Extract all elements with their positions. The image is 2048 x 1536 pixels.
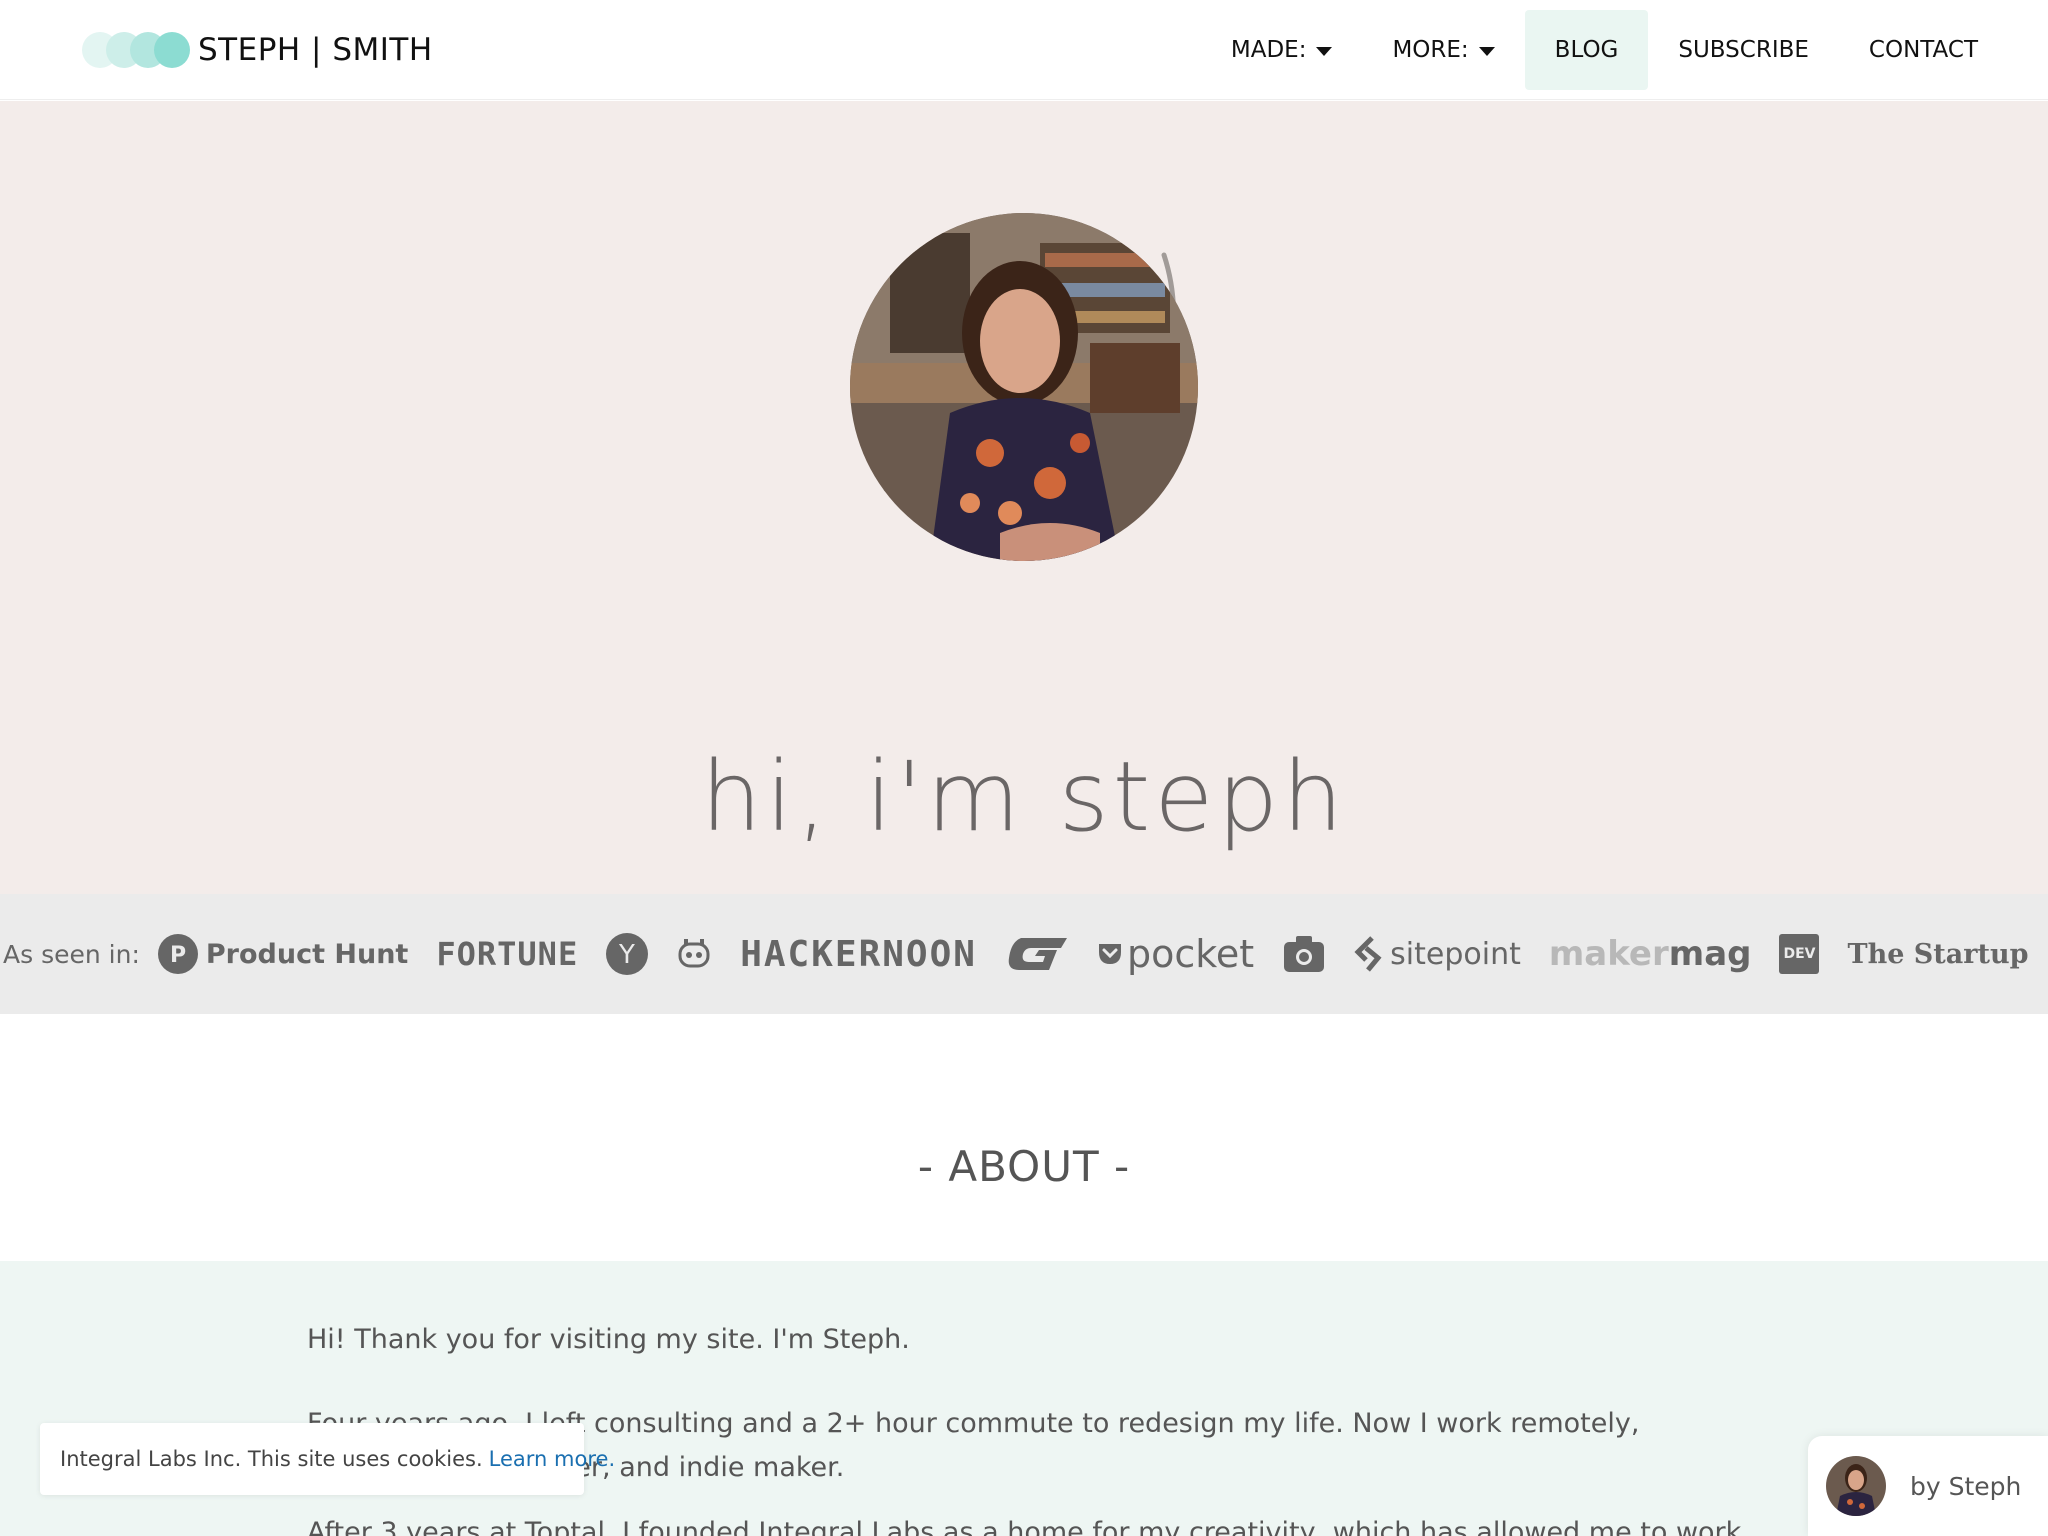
widget-avatar bbox=[1826, 1456, 1886, 1516]
press-strip: As seen in: P Product Hunt FORTUNE Y HAC… bbox=[0, 894, 2048, 1014]
sitepoint-logo: sitepoint bbox=[1354, 936, 1521, 972]
logo-circles-icon bbox=[82, 30, 194, 70]
profile-photo bbox=[850, 213, 1198, 561]
nav-more-label: MORE: bbox=[1392, 37, 1469, 63]
indiehackers-logo bbox=[676, 936, 712, 972]
caret-down-icon bbox=[1478, 47, 1495, 56]
fortune-logo: FORTUNE bbox=[436, 935, 579, 973]
about-title: - ABOUT - bbox=[917, 1142, 1131, 1191]
producthunt-logo: P Product Hunt bbox=[157, 934, 408, 974]
robot-icon bbox=[678, 939, 710, 968]
cookie-learn-more-link[interactable]: Learn more. bbox=[489, 1447, 615, 1471]
producthunt-icon: P bbox=[157, 934, 198, 974]
about-section-header: - ABOUT - bbox=[0, 1014, 2048, 1261]
top-nav: STEPH | SMITH MADE: MORE: BLOG SUBSCRIBE… bbox=[0, 0, 2048, 100]
cookie-text: Integral Labs Inc. This site uses cookie… bbox=[60, 1447, 483, 1471]
logo-text: STEPH | SMITH bbox=[198, 32, 433, 68]
by-steph-widget[interactable]: by Steph bbox=[1808, 1436, 2048, 1536]
sitepoint-icon bbox=[1354, 936, 1382, 972]
about-paragraph: Hi! Thank you for visiting my site. I'm … bbox=[307, 1324, 910, 1355]
widget-label: by Steph bbox=[1910, 1471, 2022, 1501]
camera-icon bbox=[1284, 936, 1325, 972]
about-paragraph: After 3 years at Toptal, I founded Integ… bbox=[307, 1517, 1742, 1536]
hero-title: hi, i'm steph bbox=[700, 741, 1348, 853]
press-label: As seen in: bbox=[3, 939, 140, 969]
nav-blog-label: BLOG bbox=[1554, 37, 1619, 63]
nav-made-dropdown[interactable]: MADE: bbox=[1201, 10, 1363, 90]
hero-section: hi, i'm steph bbox=[0, 101, 2048, 894]
nav-subscribe-label: SUBSCRIBE bbox=[1678, 37, 1809, 63]
nav-more-dropdown[interactable]: MORE: bbox=[1362, 10, 1524, 90]
pocket-logo: pocket bbox=[1097, 932, 1254, 976]
caret-down-icon bbox=[1316, 47, 1333, 56]
ycombinator-logo: Y bbox=[606, 933, 649, 975]
cookie-banner: Integral Labs Inc. This site uses cookie… bbox=[40, 1423, 615, 1495]
svg-text:Y: Y bbox=[618, 940, 635, 970]
camera-logo bbox=[1282, 934, 1326, 974]
dev-logo: DEV bbox=[1779, 934, 1820, 974]
nav-contact-link[interactable]: CONTACT bbox=[1839, 10, 2008, 90]
profile-photo-frame bbox=[848, 211, 1226, 589]
nav-subscribe-link[interactable]: SUBSCRIBE bbox=[1648, 10, 1839, 90]
site-logo[interactable]: STEPH | SMITH bbox=[82, 28, 433, 72]
nav-contact-label: CONTACT bbox=[1868, 37, 1978, 63]
svg-text:P: P bbox=[170, 943, 186, 968]
nav-blog-link[interactable]: BLOG bbox=[1524, 10, 1649, 90]
main-menu: MADE: MORE: BLOG SUBSCRIBE CONTACT bbox=[1201, 10, 2008, 90]
growthhackers-logo bbox=[1005, 934, 1069, 974]
pocket-icon bbox=[1098, 944, 1121, 964]
nav-made-label: MADE: bbox=[1230, 37, 1307, 63]
thestartup-logo: The Startup bbox=[1847, 938, 2029, 970]
hackernoon-logo: HACKERNOON bbox=[740, 933, 977, 975]
g-swoosh-icon bbox=[1008, 938, 1067, 970]
ycombinator-icon: Y bbox=[606, 933, 649, 975]
makermag-logo: maker mag bbox=[1548, 934, 1752, 974]
